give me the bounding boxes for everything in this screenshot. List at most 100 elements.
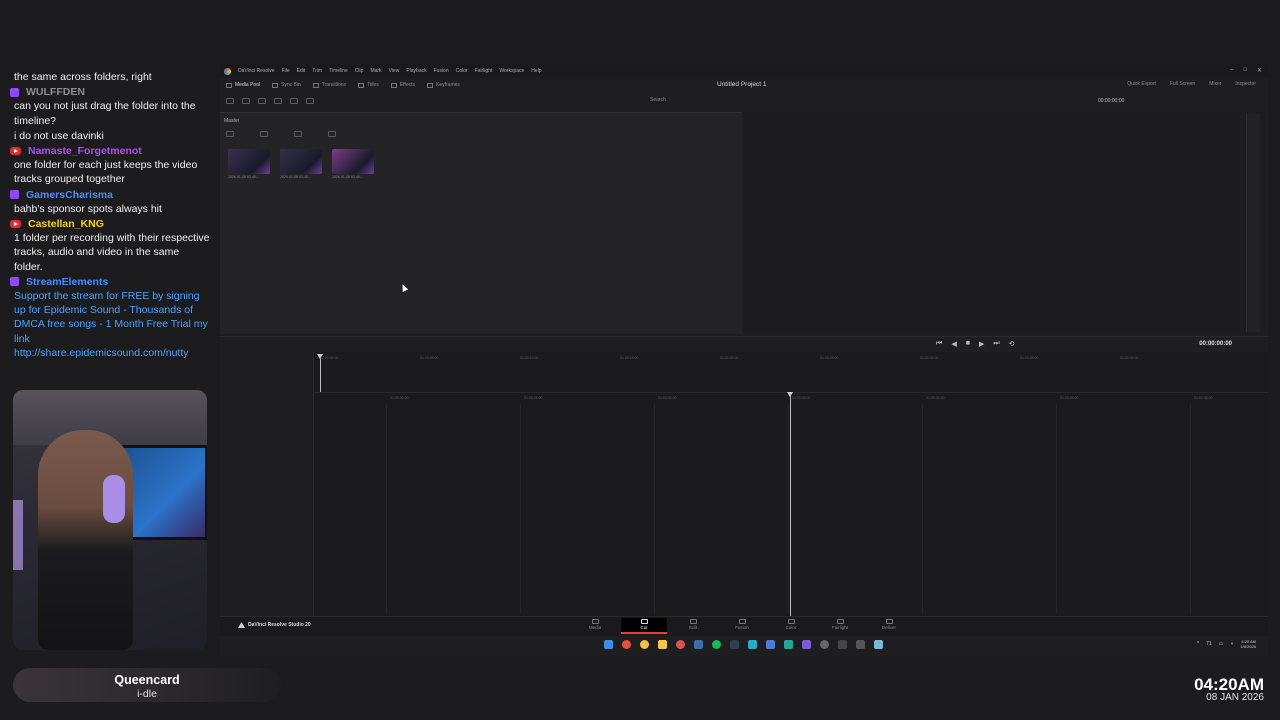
menu-item[interactable]: Mark <box>370 68 381 74</box>
toolbar-right-button[interactable]: Quick Export <box>1127 81 1156 87</box>
play-icon[interactable]: ▶ <box>979 340 984 348</box>
toolbar-button[interactable]: Keyframes <box>427 82 460 88</box>
app-icon-blue[interactable] <box>694 640 703 649</box>
bin-view-options <box>226 131 336 137</box>
media-clip[interactable]: 2026-01-08 03-40... <box>280 149 322 179</box>
toolbar-button[interactable]: Sync Bin <box>272 82 301 88</box>
toolbar-right-button[interactable]: Mixer <box>1209 81 1221 87</box>
play-reverse-icon[interactable]: ◀ <box>951 340 956 348</box>
chat-username[interactable]: GamersCharisma <box>26 188 113 202</box>
toolbar-right-button[interactable]: Full Screen <box>1170 81 1195 87</box>
bin-sort-icon[interactable] <box>260 131 268 137</box>
toolbar-button-label: Keyframes <box>436 82 460 88</box>
brand-label: DaVinci Resolve Studio 20 <box>238 622 311 628</box>
chevron-up-icon[interactable]: ^ <box>1197 641 1199 647</box>
bin-view-icon[interactable] <box>226 131 234 137</box>
import-folder-icon[interactable] <box>242 98 250 104</box>
go-to-end-icon[interactable]: ⏭ <box>993 340 999 348</box>
go-to-start-icon[interactable]: ⏮ <box>936 340 942 348</box>
chat-message: Castellan_KNG 1 folder per recording with… <box>10 217 210 274</box>
app-icon-light[interactable] <box>874 640 883 649</box>
close-icon[interactable]: ✕ <box>1257 67 1262 74</box>
app-icon-teal[interactable] <box>784 640 793 649</box>
chat-link[interactable]: http://share.epidemicsound.com/nutty <box>10 346 210 360</box>
loop-icon[interactable]: ⟲ <box>1009 340 1015 348</box>
settings-icon[interactable] <box>820 640 829 649</box>
app-icon-gray[interactable] <box>856 640 865 649</box>
link-icon[interactable] <box>306 98 314 104</box>
bin-options-icon[interactable] <box>328 131 336 137</box>
toolbar-button[interactable]: Effects <box>390 82 415 88</box>
lower-timeline[interactable] <box>220 392 1268 616</box>
chat-text: can you not just drag the folder into th… <box>14 100 196 127</box>
toolbar-button[interactable]: Transitions <box>312 82 347 88</box>
toolbar-button-label: Transitions <box>321 82 347 88</box>
menu-item[interactable]: View <box>389 68 400 74</box>
page-tab-label: Media <box>588 625 602 630</box>
project-title: Untitled Project 1 <box>717 81 767 88</box>
tray-date: 1/8/2026 <box>1240 644 1256 649</box>
page-tab-media[interactable]: Media <box>572 618 618 634</box>
page-tab-edit[interactable]: Edit <box>670 618 716 634</box>
page-tab-fusion[interactable]: Fusion <box>719 618 765 634</box>
menu-item[interactable]: Fairlight <box>475 68 493 74</box>
app-icon-cyan[interactable] <box>748 640 757 649</box>
menu-item[interactable]: Workspace <box>499 68 524 74</box>
chat-text: one folder for each just keeps the video… <box>14 159 198 186</box>
menu-item[interactable]: Edit <box>297 68 306 74</box>
terminal-icon[interactable] <box>730 640 739 649</box>
menu-item[interactable]: Playback <box>406 68 426 74</box>
chat-text: 1 folder per recording with their respec… <box>14 232 210 273</box>
windows-start-icon[interactable] <box>604 640 613 649</box>
menu-item[interactable]: Clip <box>355 68 364 74</box>
chat-username[interactable]: StreamElements <box>26 275 108 289</box>
page-tab-deliver[interactable]: Deliver <box>866 618 912 634</box>
clip-name: 2026-01-08 03-40... <box>228 175 259 179</box>
import-media-icon[interactable] <box>226 98 234 104</box>
list-view-icon[interactable] <box>258 98 266 104</box>
media-clip[interactable]: 2026-01-08 03-40... <box>332 149 374 179</box>
upper-timeline[interactable] <box>220 352 1268 392</box>
overlay-clock-date: 08 JAN 2026 <box>1206 692 1264 703</box>
app-icon-red[interactable] <box>676 640 685 649</box>
page-tab-color[interactable]: Color <box>768 618 814 634</box>
media-clip[interactable]: 2026-01-08 03-40... <box>228 149 270 179</box>
app-icon-dark[interactable] <box>838 640 847 649</box>
spotify-icon[interactable] <box>712 640 721 649</box>
menu-item[interactable]: Fusion <box>434 68 449 74</box>
menu-item[interactable]: Trim <box>312 68 322 74</box>
chrome-profile-icon[interactable] <box>640 640 649 649</box>
page-tab-label: Edit <box>689 625 697 630</box>
menu-item[interactable]: Timeline <box>329 68 348 74</box>
stop-icon[interactable]: ■ <box>966 340 970 348</box>
menu-item[interactable]: DaVinci Resolve <box>238 68 275 74</box>
maximize-icon[interactable]: □ <box>1243 67 1247 74</box>
toolbar-button-icon <box>226 82 232 88</box>
toolbar-button[interactable]: Media Pool <box>226 82 260 88</box>
metadata-icon[interactable] <box>274 98 282 104</box>
network-icon[interactable]: ▭ <box>1219 641 1224 647</box>
file-explorer-icon[interactable] <box>658 640 667 649</box>
sort-icon[interactable] <box>290 98 298 104</box>
menu-item[interactable]: Color <box>456 68 468 74</box>
chat-username[interactable]: Namaste_Forgetmenot <box>28 144 142 158</box>
tray-clock[interactable]: 4:20 AM 1/8/2026 <box>1240 639 1256 649</box>
chat-username[interactable]: Castellan_KNG <box>28 217 104 231</box>
clip-name: 2026-01-08 03-40... <box>332 175 363 179</box>
minimize-icon[interactable]: – <box>1230 67 1233 74</box>
app-icon-blue-2[interactable] <box>766 640 775 649</box>
chat-username[interactable]: WULFFDEN <box>26 85 85 99</box>
toolbar-button[interactable]: Titles <box>358 82 379 88</box>
chrome-icon[interactable] <box>622 640 631 649</box>
page-tab-fairlight[interactable]: Fairlight <box>817 618 863 634</box>
search-input[interactable]: Search <box>650 97 710 105</box>
volume-icon[interactable]: ◖ <box>1230 641 1233 647</box>
lower-playhead[interactable] <box>787 392 793 616</box>
page-tab-cut[interactable]: Cut <box>621 618 667 634</box>
toolbar-button-icon <box>390 82 397 88</box>
menu-item[interactable]: Help <box>531 68 541 74</box>
menu-item[interactable]: File <box>282 68 290 74</box>
toolbar-right-button[interactable]: Inspector <box>1235 81 1256 87</box>
bin-filter-icon[interactable] <box>294 131 302 137</box>
app-icon-purple[interactable] <box>802 640 811 649</box>
